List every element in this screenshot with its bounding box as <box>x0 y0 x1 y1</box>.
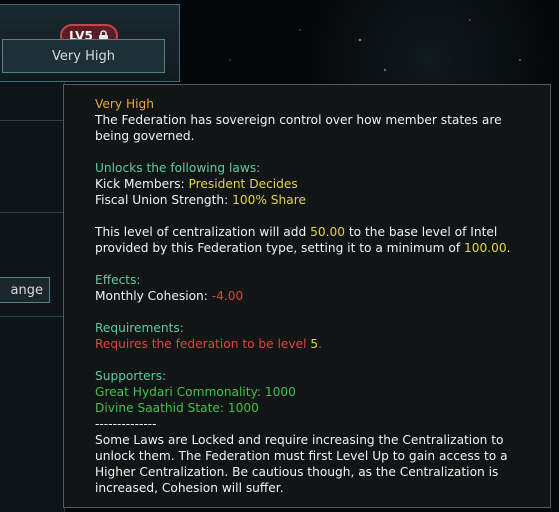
law-name: Fiscal Union Strength: <box>95 193 229 207</box>
centralization-level-panel: LV5 Very High <box>0 4 180 82</box>
intel-text: . <box>506 241 511 255</box>
requirement-text: Requires the federation to be level <box>95 337 311 351</box>
requirements-header: Requirements: <box>95 321 184 335</box>
intel-minimum-value: 100.00 <box>464 241 507 255</box>
supporter-item: Divine Saathid State: 1000 <box>95 401 259 415</box>
law-value: President Decides <box>188 177 298 191</box>
centralization-tooltip: Very High The Federation has sovereign c… <box>63 84 551 508</box>
tooltip-title: Very High <box>95 97 154 111</box>
requirement-end: . <box>318 337 323 351</box>
effects-header: Effects: <box>95 273 141 287</box>
intel-added-value: 50.00 <box>310 225 345 239</box>
law-name: Kick Members: <box>95 177 185 191</box>
unlocks-header: Unlocks the following laws: <box>95 161 261 175</box>
divider <box>0 316 64 317</box>
supporter-item: Great Hydari Commonality: 1000 <box>95 385 296 399</box>
divider <box>0 120 64 121</box>
effect-row: Monthly Cohesion: -4.00 <box>95 288 536 304</box>
intel-text: This level of centralization will add <box>95 225 311 239</box>
tooltip-footer: Some Laws are Locked and require increas… <box>95 433 508 495</box>
intel-description: This level of centralization will add 50… <box>95 224 536 256</box>
requirement-level: 5 <box>310 337 319 351</box>
law-value: 100% Share <box>232 193 306 207</box>
law-row: Kick Members: President Decides <box>95 176 536 192</box>
tooltip-description: The Federation has sovereign control ove… <box>95 113 502 143</box>
separator: -------------- <box>95 417 157 431</box>
requirement-row: Requires the federation to be level 5. <box>95 336 536 352</box>
effect-label: Monthly Cohesion: <box>95 289 208 303</box>
very-high-level-button[interactable]: Very High <box>2 39 165 73</box>
law-row: Fiscal Union Strength: 100% Share <box>95 192 536 208</box>
divider <box>0 212 64 213</box>
change-button[interactable]: ange <box>0 277 50 303</box>
effect-value: -4.00 <box>211 289 244 303</box>
supporters-header: Supporters: <box>95 369 167 383</box>
